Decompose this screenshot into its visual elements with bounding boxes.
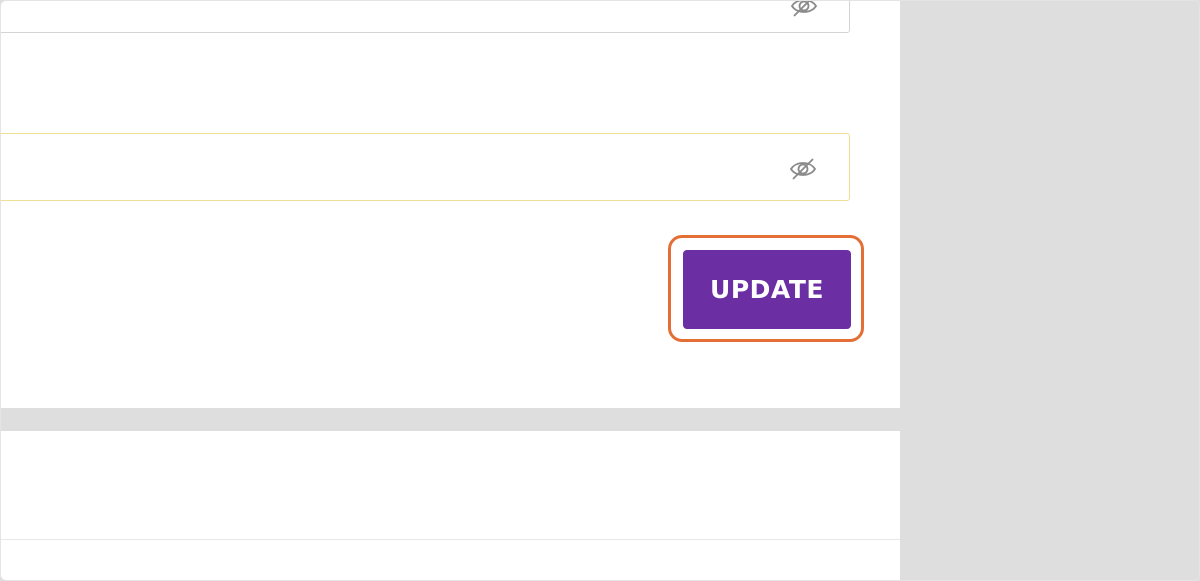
eye-slash-icon[interactable] xyxy=(788,157,818,181)
update-button[interactable]: UPDATE xyxy=(683,250,851,329)
password-input-current[interactable] xyxy=(6,1,770,34)
divider xyxy=(1,539,900,540)
password-form-card: UPDATE xyxy=(1,1,900,408)
window-frame: UPDATE xyxy=(0,0,1200,581)
eye-slash-icon[interactable] xyxy=(789,1,819,18)
password-field-confirm[interactable] xyxy=(1,133,850,202)
main-content: UPDATE xyxy=(1,1,900,580)
password-input-confirm[interactable] xyxy=(6,134,770,202)
password-field-current[interactable] xyxy=(1,1,850,34)
secondary-card xyxy=(1,431,900,580)
